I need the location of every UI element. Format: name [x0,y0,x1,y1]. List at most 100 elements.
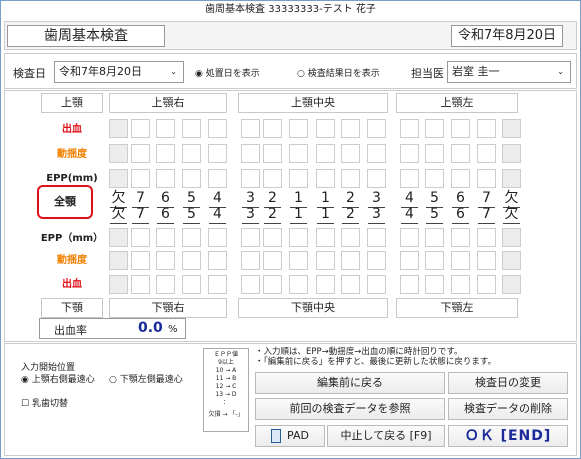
revert-button[interactable]: 編集前に戻る [255,372,445,394]
chart-input-cell[interactable] [182,228,201,247]
chart-input-cell[interactable] [502,275,521,294]
chart-input-cell[interactable] [477,228,496,247]
chart-input-cell[interactable] [182,144,201,163]
chart-input-cell[interactable] [182,119,201,138]
tooth-number[interactable]: 7 [132,207,149,224]
chart-input-cell[interactable] [367,228,386,247]
tooth-number[interactable]: 6 [452,207,469,224]
chart-input-cell[interactable] [289,251,308,270]
chart-input-cell[interactable] [400,251,419,270]
chart-input-cell[interactable] [367,275,386,294]
chart-input-cell[interactable] [400,169,419,188]
delete-data-button[interactable]: 検査データの削除 [448,398,568,420]
chart-input-cell[interactable] [263,251,282,270]
chart-input-cell[interactable] [477,119,496,138]
chart-input-cell[interactable] [289,119,308,138]
chart-input-cell[interactable] [367,169,386,188]
chart-input-cell[interactable] [451,169,470,188]
chart-input-cell[interactable] [263,119,282,138]
chart-input-cell[interactable] [502,144,521,163]
cancel-button[interactable]: 中止して戻る [F9] [327,425,445,447]
chart-input-cell[interactable] [156,169,175,188]
tooth-number[interactable]: 5 [426,207,443,224]
chart-input-cell[interactable] [156,275,175,294]
chart-input-cell[interactable] [263,275,282,294]
chart-input-cell[interactable] [109,228,128,247]
pad-button[interactable]: PAD [255,425,325,447]
tooth-number[interactable]: 7 [478,207,495,224]
change-date-button[interactable]: 検査日の変更 [448,372,568,394]
chart-input-cell[interactable] [208,228,227,247]
chart-input-cell[interactable] [400,228,419,247]
chart-input-cell[interactable] [451,275,470,294]
chart-input-cell[interactable] [131,169,150,188]
chart-input-cell[interactable] [477,275,496,294]
chart-input-cell[interactable] [316,144,335,163]
chart-input-cell[interactable] [156,251,175,270]
chart-input-cell[interactable] [425,119,444,138]
radio-treatment-date[interactable]: ◉ 処置日を表示 [195,67,260,81]
chart-input-cell[interactable] [289,144,308,163]
chart-input-cell[interactable] [400,119,419,138]
chart-input-cell[interactable] [131,251,150,270]
chart-input-cell[interactable] [241,228,260,247]
ok-button[interactable]: ＯＫ [END] [448,425,568,447]
chart-input-cell[interactable] [316,228,335,247]
chart-input-cell[interactable] [263,228,282,247]
chart-input-cell[interactable] [316,251,335,270]
chart-input-cell[interactable] [182,169,201,188]
chart-input-cell[interactable] [341,119,360,138]
chart-input-cell[interactable] [425,144,444,163]
chart-input-cell[interactable] [425,275,444,294]
tooth-number[interactable]: 3 [368,207,385,224]
chart-input-cell[interactable] [341,251,360,270]
tooth-number[interactable]: 欠 [110,207,127,224]
tooth-number[interactable]: 5 [183,207,200,224]
chart-input-cell[interactable] [263,169,282,188]
chart-input-cell[interactable] [341,169,360,188]
chart-input-cell[interactable] [316,119,335,138]
chart-input-cell[interactable] [502,169,521,188]
chart-input-cell[interactable] [316,169,335,188]
chart-input-cell[interactable] [502,251,521,270]
baby-teeth-checkbox[interactable]: ☐ 乳歯切替 [21,396,68,409]
doctor-select[interactable]: 岩室 圭一 ⌄ [447,61,571,83]
chart-input-cell[interactable] [477,251,496,270]
exam-date-select[interactable]: 令和7年8月20日 ⌄ [54,61,184,83]
chart-input-cell[interactable] [241,169,260,188]
chart-input-cell[interactable] [263,144,282,163]
chart-input-cell[interactable] [289,275,308,294]
chart-input-cell[interactable] [241,251,260,270]
chart-input-cell[interactable] [341,228,360,247]
radio-upper-right[interactable]: ◉ 上顎右側最遠心 [21,372,95,385]
chart-input-cell[interactable] [316,275,335,294]
chart-input-cell[interactable] [208,251,227,270]
tooth-number[interactable]: 4 [401,207,418,224]
chart-input-cell[interactable] [367,144,386,163]
chart-input-cell[interactable] [477,169,496,188]
chart-input-cell[interactable] [182,275,201,294]
tooth-number[interactable]: 2 [264,207,281,224]
chart-input-cell[interactable] [208,119,227,138]
chart-input-cell[interactable] [289,169,308,188]
chart-input-cell[interactable] [156,228,175,247]
tooth-number[interactable]: 1 [317,207,334,224]
chart-input-cell[interactable] [109,119,128,138]
chart-input-cell[interactable] [109,144,128,163]
tooth-number[interactable]: 1 [290,207,307,224]
chart-input-cell[interactable] [109,275,128,294]
chart-input-cell[interactable] [451,119,470,138]
chart-input-cell[interactable] [156,144,175,163]
chart-input-cell[interactable] [367,251,386,270]
chart-input-cell[interactable] [131,144,150,163]
chart-input-cell[interactable] [208,275,227,294]
chart-input-cell[interactable] [367,119,386,138]
chart-input-cell[interactable] [451,144,470,163]
tooth-number[interactable]: 欠 [503,207,520,224]
chart-input-cell[interactable] [241,119,260,138]
radio-lower-left[interactable]: ○ 下顎左側最遠心 [109,372,183,385]
chart-input-cell[interactable] [425,228,444,247]
chart-input-cell[interactable] [208,144,227,163]
chart-input-cell[interactable] [400,144,419,163]
reference-previous-button[interactable]: 前回の検査データを参照 [255,398,445,420]
